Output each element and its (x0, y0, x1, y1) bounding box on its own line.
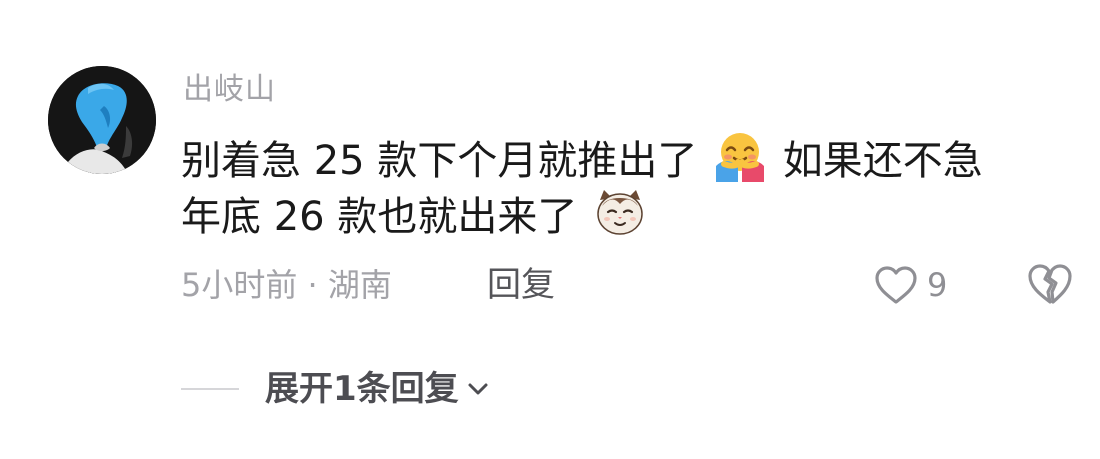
like-count: 9 (927, 266, 948, 304)
divider (181, 388, 239, 390)
comment-item: 出岐山 别着急 25 款下个月就推出了 如果还不急 年底 26 款也就出来了 5… (0, 0, 1100, 459)
expand-replies-label: 展开1条回复 (265, 369, 459, 409)
comment-text-segment: 别着急 25 款下个月就推出了 (181, 138, 698, 184)
comment-text-line-1: 别着急 25 款下个月就推出了 如果还不急 (181, 130, 1081, 186)
heart-icon (875, 266, 917, 304)
dislike-button[interactable] (1026, 262, 1074, 308)
like-button[interactable]: 9 (873, 262, 947, 308)
username[interactable]: 出岐山 (183, 70, 276, 110)
chevron-down-icon (468, 383, 488, 395)
cat-face-icon (594, 186, 646, 238)
hugging-face-icon (714, 130, 766, 182)
comment-text-line-2: 年底 26 款也就出来了 (181, 186, 1081, 242)
broken-heart-icon (1028, 264, 1072, 304)
reply-button[interactable]: 回复 (487, 263, 555, 307)
comment-text-segment: 年底 26 款也就出来了 (181, 194, 578, 240)
avatar[interactable] (48, 66, 156, 174)
expand-replies-button[interactable]: 展开1条回复 (265, 367, 491, 411)
avatar-image (48, 66, 156, 174)
replies-expander: 展开1条回复 (181, 364, 491, 414)
comment-text: 别着急 25 款下个月就推出了 如果还不急 年底 26 款也就出来了 (181, 130, 1081, 242)
comment-meta: 5小时前 · 湖南 (181, 266, 392, 304)
comment-text-segment: 如果还不急 (782, 138, 983, 184)
